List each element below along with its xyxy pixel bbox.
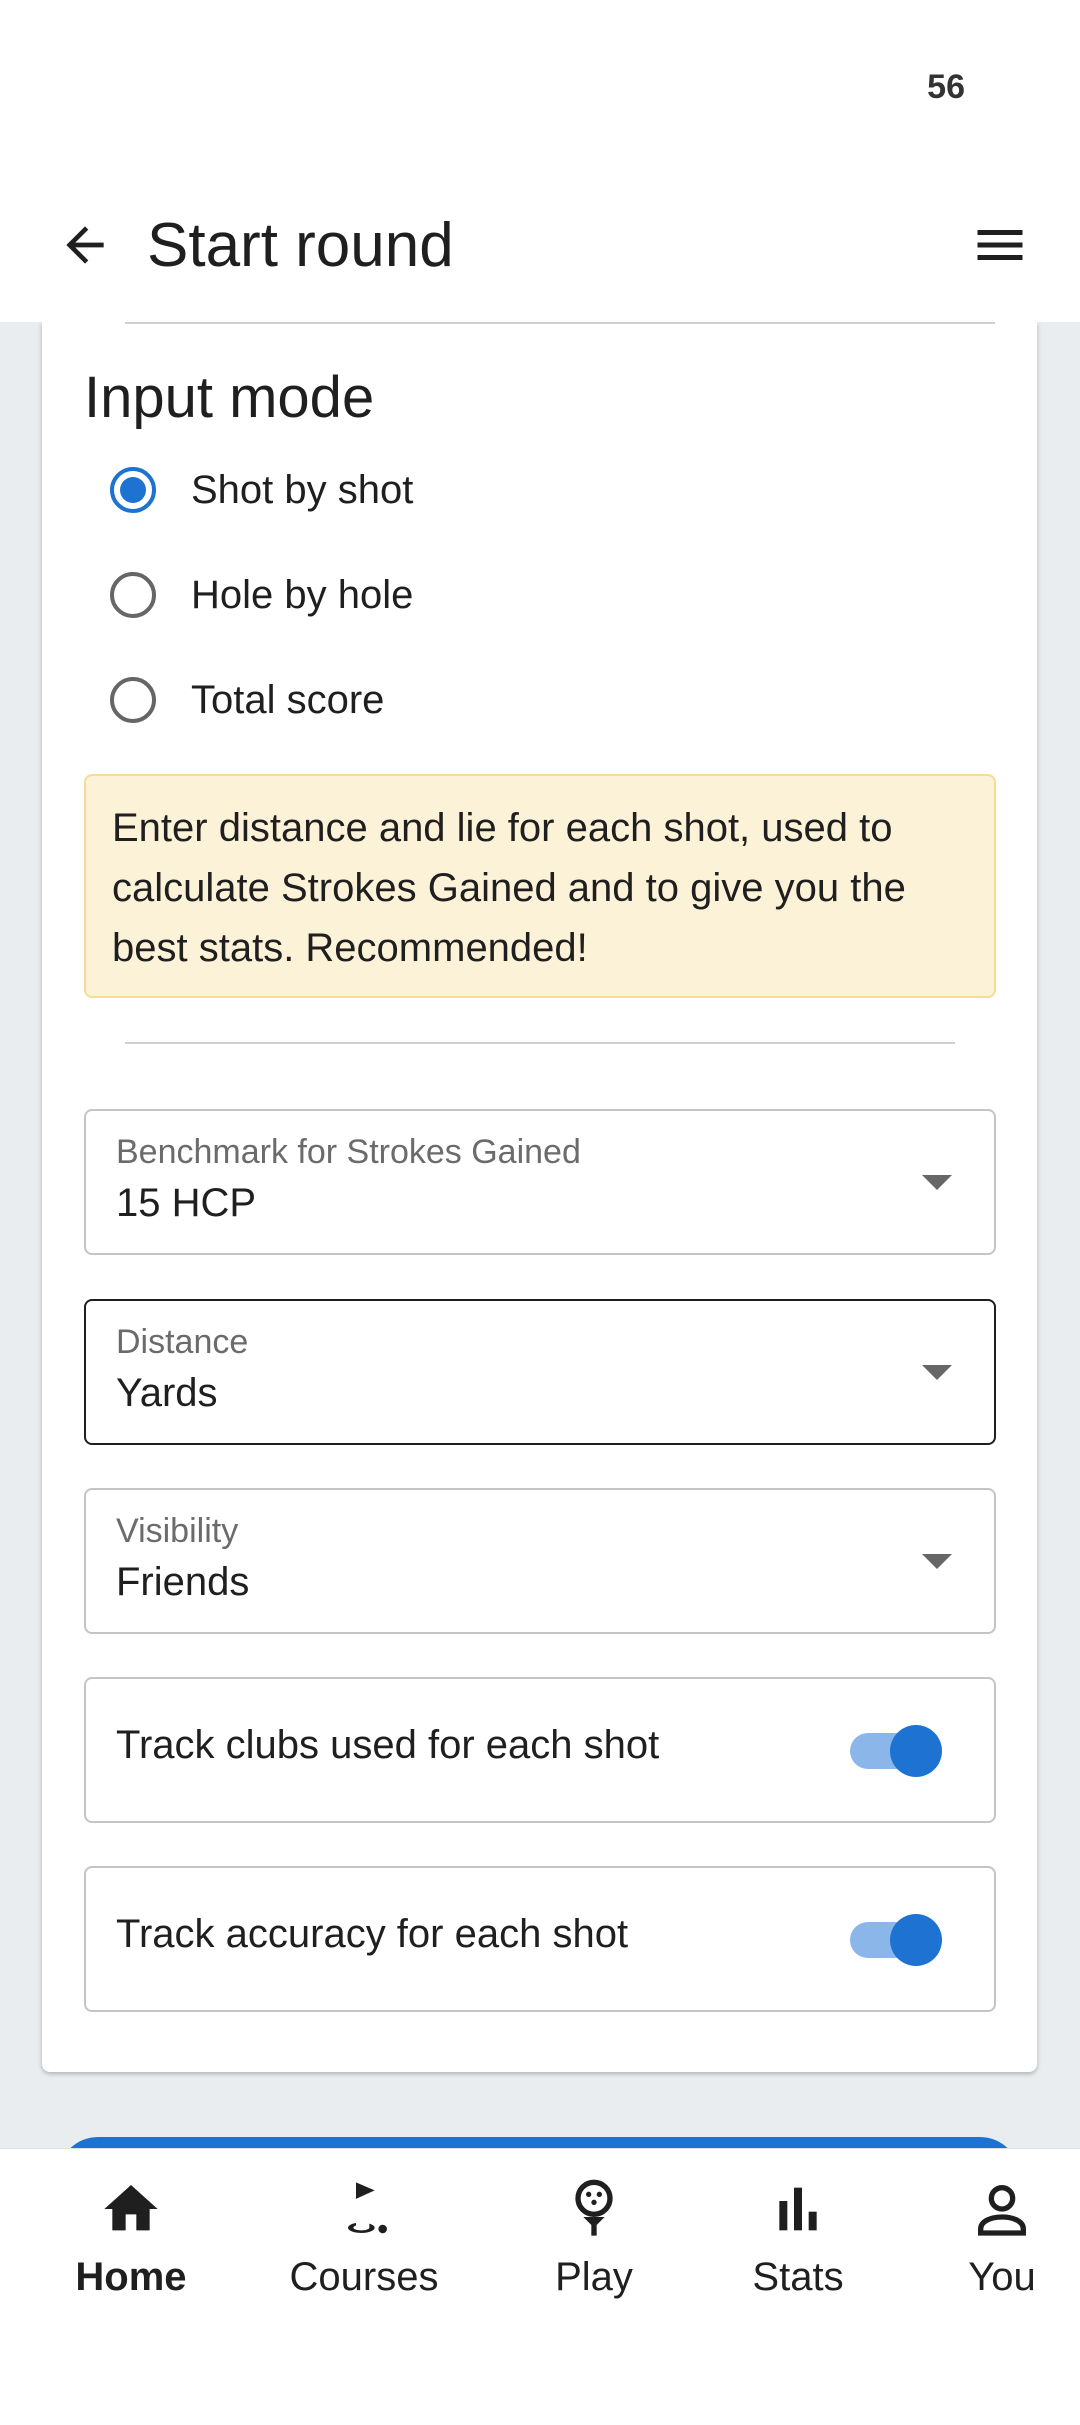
nav-item-you[interactable]: You (902, 2149, 1080, 2309)
settings-card: Input mode Shot by shot Hole by hole Tot… (42, 322, 1037, 2072)
golf-ball-tee-icon (562, 2177, 626, 2241)
dropdown-arrow-icon (922, 1365, 952, 1380)
dropdown-arrow-icon (922, 1175, 952, 1190)
track-accuracy-toggle[interactable] (850, 1914, 942, 1966)
nav-label: Courses (289, 2255, 439, 2299)
radio-option-hole-by-hole[interactable]: Hole by hole (110, 555, 413, 635)
app-bar: Start round (0, 170, 1080, 324)
visibility-value: Friends (116, 1560, 250, 1604)
radio-option-shot-by-shot[interactable]: Shot by shot (110, 450, 413, 530)
radio-button-checked[interactable] (110, 467, 156, 513)
track-accuracy-row: Track accuracy for each shot (84, 1866, 996, 2012)
input-mode-info-box: Enter distance and lie for each shot, us… (84, 774, 996, 998)
distance-value: Yards (116, 1371, 218, 1415)
arrow-back-icon (66, 226, 104, 264)
benchmark-value: 15 HCP (116, 1181, 257, 1225)
visibility-label: Visibility (116, 1512, 239, 1550)
main-content[interactable]: Input mode Shot by shot Hole by hole Tot… (0, 322, 1080, 2148)
nav-item-courses[interactable]: Courses (264, 2149, 464, 2309)
benchmark-label: Benchmark for Strokes Gained (116, 1133, 581, 1171)
divider (125, 322, 995, 324)
nav-label: You (968, 2255, 1036, 2299)
nav-label: Stats (752, 2255, 844, 2299)
distance-label: Distance (116, 1323, 249, 1361)
radio-button[interactable] (110, 572, 156, 618)
page-title: Start round (147, 211, 454, 280)
track-accuracy-label: Track accuracy for each shot (116, 1912, 629, 1956)
status-time: 56 (927, 68, 965, 106)
nav-item-stats[interactable]: Stats (698, 2149, 898, 2309)
nav-item-home[interactable]: Home (31, 2149, 231, 2309)
status-bar: 56 (0, 0, 1080, 170)
bottom-nav: Home Courses Play Stats You (0, 2148, 1080, 2425)
radio-option-total-score[interactable]: Total score (110, 660, 384, 740)
dropdown-arrow-icon (922, 1554, 952, 1569)
input-mode-title: Input mode (84, 365, 375, 430)
toggle-thumb (890, 1725, 942, 1777)
bar-chart-icon (766, 2177, 830, 2241)
menu-button[interactable] (960, 210, 1040, 280)
distance-select[interactable]: Distance Yards (84, 1299, 996, 1445)
toggle-thumb (890, 1914, 942, 1966)
nav-item-play[interactable]: Play (494, 2149, 694, 2309)
person-icon (970, 2177, 1034, 2241)
nav-label: Home (75, 2255, 187, 2299)
radio-label: Shot by shot (191, 467, 414, 512)
radio-button[interactable] (110, 677, 156, 723)
visibility-select[interactable]: Visibility Friends (84, 1488, 996, 1634)
radio-label: Total score (191, 677, 385, 722)
track-clubs-toggle[interactable] (850, 1725, 942, 1777)
benchmark-select[interactable]: Benchmark for Strokes Gained 15 HCP (84, 1109, 996, 1255)
golf-flag-icon (332, 2177, 396, 2241)
hamburger-menu-icon (977, 230, 1023, 260)
track-clubs-row: Track clubs used for each shot (84, 1677, 996, 1823)
divider (125, 1042, 955, 1044)
back-button[interactable] (50, 210, 120, 280)
nav-label: Play (555, 2255, 633, 2299)
radio-label: Hole by hole (191, 572, 414, 617)
home-icon (99, 2177, 163, 2241)
track-clubs-label: Track clubs used for each shot (116, 1723, 660, 1767)
